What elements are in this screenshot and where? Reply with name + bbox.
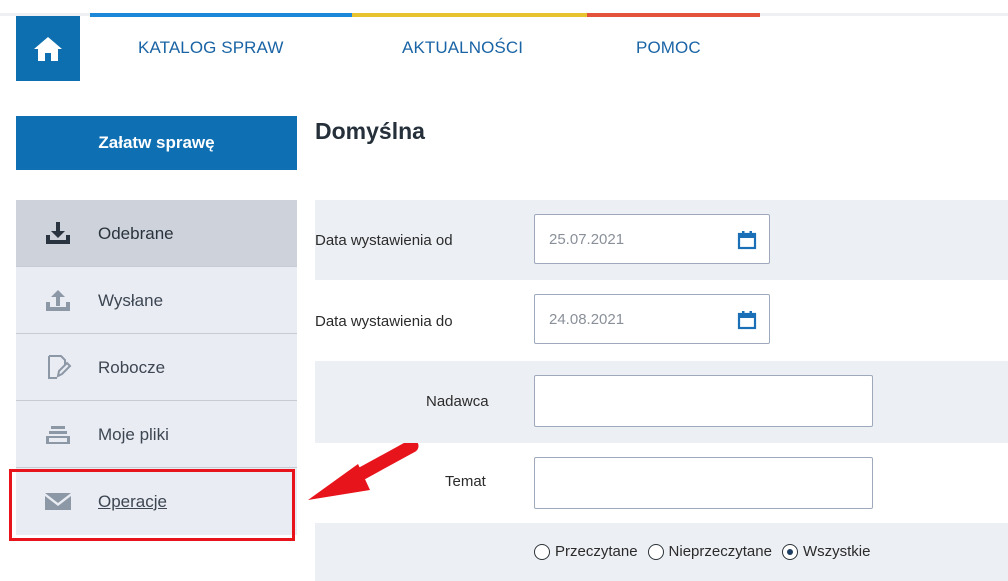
nav-aktualnosci[interactable]: AKTUALNOŚCI (402, 38, 523, 58)
date-from-input[interactable]: 25.07.2021 (534, 214, 770, 264)
highlight-box (9, 469, 295, 541)
filter-form: Data wystawienia od 25.07.2021 Data wyst… (315, 200, 1008, 581)
inbox-download-icon (46, 222, 70, 244)
radio-label: Nieprzeczytane (668, 543, 772, 560)
calendar-icon[interactable] (737, 230, 757, 250)
home-button[interactable] (16, 16, 80, 81)
filter-row-sender: Nadawca (315, 361, 1008, 443)
sidebar-item-odebrane[interactable]: Odebrane (16, 200, 297, 267)
date-to-input[interactable]: 24.08.2021 (534, 294, 770, 344)
read-status-group: Przeczytane Nieprzeczytane Wszystkie (534, 543, 880, 560)
accent-bar-red (587, 13, 760, 17)
radio-wszystkie[interactable]: Wszystkie (781, 543, 871, 560)
radio-circle-selected (781, 543, 798, 560)
file-tray-icon (46, 426, 70, 444)
filter-row-subject: Temat (315, 443, 1008, 523)
radio-przeczytane[interactable]: Przeczytane (534, 543, 638, 560)
accent-bar-yellow (352, 13, 587, 17)
draft-edit-icon (48, 355, 72, 379)
radio-nieprzeczytane[interactable]: Nieprzeczytane (647, 543, 772, 560)
sender-label: Nadawca (426, 393, 489, 410)
sidebar-item-label: Wysłane (98, 291, 164, 310)
sidebar-item-moje-pliki[interactable]: Moje pliki (16, 401, 297, 468)
filter-row-date-from: Data wystawienia od 25.07.2021 (315, 200, 1008, 280)
sender-input[interactable] (534, 375, 873, 427)
radio-circle (534, 543, 550, 560)
sidebar-item-label: Moje pliki (98, 425, 169, 444)
nav-pomoc[interactable]: POMOC (636, 38, 701, 58)
radio-label: Wszystkie (802, 543, 871, 560)
page-title: Domyślna (315, 118, 425, 144)
sidebar-item-label: Robocze (98, 358, 166, 377)
subject-input[interactable] (534, 457, 873, 509)
accent-bar-blue (90, 13, 352, 17)
sidebar-item-robocze[interactable]: Robocze (16, 334, 297, 401)
upload-icon (46, 290, 70, 311)
date-from-value: 25.07.2021 (549, 231, 625, 248)
filter-row-date-to: Data wystawienia do 24.08.2021 (315, 280, 1008, 361)
date-from-label: Data wystawienia od (315, 232, 453, 249)
date-to-value: 24.08.2021 (549, 311, 625, 328)
sidebar-item-label: Odebrane (98, 224, 174, 243)
date-to-label: Data wystawienia do (315, 313, 453, 330)
radio-circle (647, 543, 664, 560)
zalatw-sprawe-button[interactable]: Załatw sprawę (16, 116, 297, 170)
sidebar-item-wyslane[interactable]: Wysłane (16, 267, 297, 334)
filter-row-read-status: Przeczytane Nieprzeczytane Wszystkie (315, 523, 1008, 581)
home-icon (34, 36, 62, 61)
calendar-icon[interactable] (737, 310, 757, 330)
radio-label: Przeczytane (555, 543, 638, 560)
nav-katalog-spraw[interactable]: KATALOG SPRAW (138, 38, 284, 58)
subject-label: Temat (445, 473, 486, 490)
